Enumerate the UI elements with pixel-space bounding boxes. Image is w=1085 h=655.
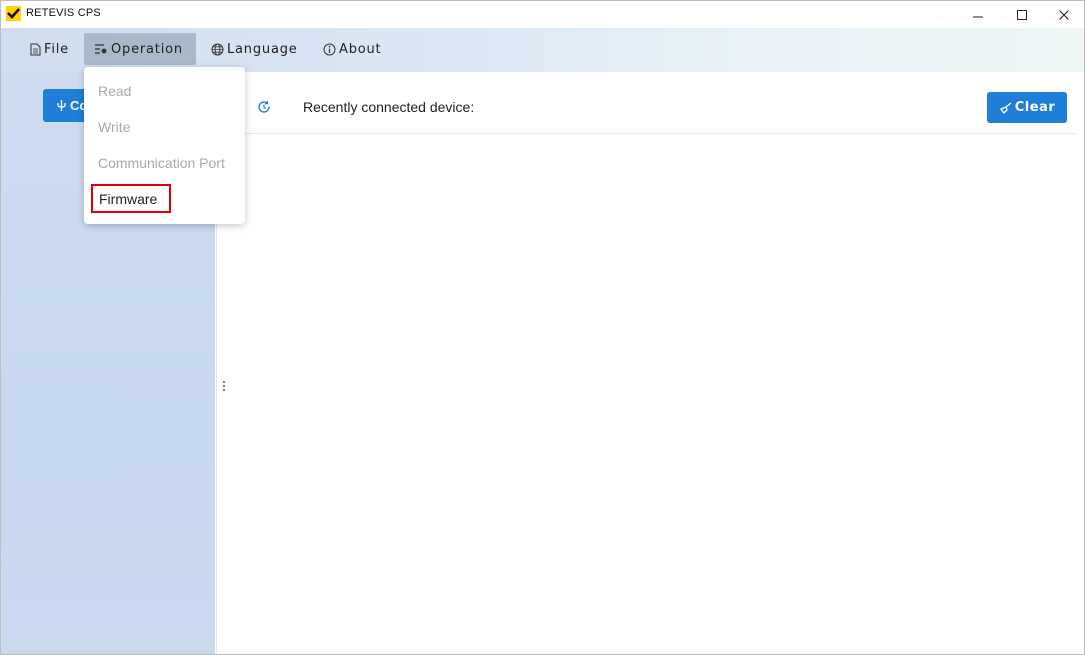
file-icon <box>30 43 41 55</box>
usb-icon <box>57 100 66 111</box>
maximize-button[interactable] <box>1002 1 1042 28</box>
history-icon <box>258 101 270 113</box>
drag-handle-icon[interactable] <box>222 380 226 392</box>
recent-devices-label: Recently connected device: <box>303 99 475 115</box>
menu-item-communication-port: Communication Port <box>98 155 225 171</box>
title-bar: RETEVIS CPS <box>1 1 1084 28</box>
close-button[interactable] <box>1044 1 1084 28</box>
maximize-icon <box>1017 9 1027 20</box>
menu-file[interactable]: File <box>20 33 79 65</box>
menu-operation[interactable]: Operation <box>84 33 196 65</box>
minimize-icon <box>973 16 983 17</box>
menu-about[interactable]: About <box>313 33 391 65</box>
menu-item-read: Read <box>98 83 132 99</box>
menu-language[interactable]: Language <box>201 33 308 65</box>
window-title: RETEVIS CPS <box>26 7 101 19</box>
close-icon <box>1059 9 1069 20</box>
menu-file-label: File <box>44 41 69 57</box>
operation-icon <box>95 44 107 54</box>
globe-icon <box>211 43 224 55</box>
info-icon <box>323 43 336 55</box>
menu-item-write: Write <box>98 119 131 135</box>
minimize-button[interactable] <box>958 1 998 28</box>
menu-item-firmware[interactable]: Firmware <box>91 184 171 213</box>
clear-button-label: Clear <box>1014 100 1056 115</box>
clear-button[interactable]: Clear <box>987 92 1067 123</box>
menu-bar: File Operation Language About <box>1 28 1084 72</box>
menu-operation-label: Operation <box>111 41 183 57</box>
app-window: RETEVIS CPS File Operation Language Abou… <box>0 0 1085 655</box>
operation-dropdown: Read Write Communication Port Firmware <box>84 67 245 224</box>
menu-about-label: About <box>339 41 382 57</box>
app-logo-icon <box>6 6 21 21</box>
main-panel <box>216 72 1084 654</box>
broom-icon <box>999 101 1012 114</box>
menu-language-label: Language <box>227 41 298 57</box>
header-divider <box>244 133 1075 134</box>
